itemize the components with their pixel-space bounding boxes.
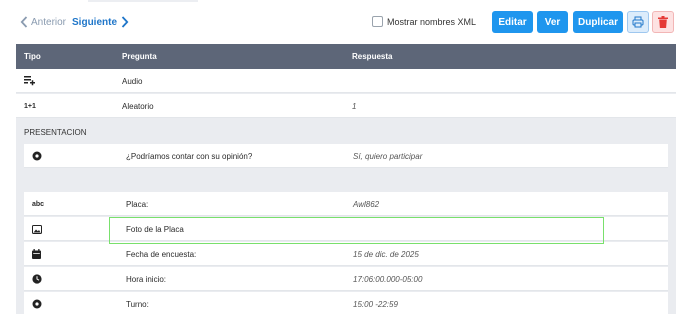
table-header: Tipo Pregunta Respuesta [16, 44, 676, 69]
answer-text: Awl862 [353, 199, 380, 209]
playlist-add-icon [24, 69, 36, 93]
previous-link[interactable]: Anterior [31, 17, 66, 28]
answer-text: 15 de dic. de 2025 [353, 249, 419, 259]
chevron-right-icon[interactable] [119, 15, 131, 29]
printer-icon [632, 16, 644, 28]
show-xml-names-checkbox[interactable] [372, 16, 383, 27]
table-row[interactable]: abc Placa: Awl862 [24, 192, 668, 216]
radio-icon [32, 292, 42, 314]
table-row[interactable]: 1+1 Aleatorio 1 [16, 94, 676, 118]
answer-text: Sí, quiero participar [353, 151, 423, 161]
calendar-icon [32, 242, 41, 266]
print-button[interactable] [627, 11, 649, 33]
table-row[interactable]: Turno: 15:00 -22:59 [24, 292, 668, 314]
view-button[interactable]: Ver [537, 11, 568, 33]
table-row[interactable]: Fecha de encuesta: 15 de dic. de 2025 [24, 242, 668, 266]
question-text: Hora inicio: [126, 274, 167, 284]
question-text: Turno: [126, 299, 149, 309]
edit-button[interactable]: Editar [492, 11, 533, 33]
question-text: Fecha de encuesta: [126, 249, 197, 259]
delete-button[interactable] [652, 11, 674, 33]
clock-icon [32, 267, 42, 291]
question-text: Audio [122, 76, 143, 86]
show-xml-names-label: Mostrar nombres XML [387, 16, 477, 27]
trash-icon [658, 16, 668, 28]
type-label: abc [32, 200, 45, 208]
top-divider [88, 0, 198, 2]
question-text: Placa: [126, 199, 149, 209]
chevron-left-icon[interactable] [18, 15, 30, 29]
column-header-pregunta: Pregunta [122, 52, 157, 61]
question-text: Aleatorio [122, 101, 154, 111]
radio-icon [32, 144, 42, 168]
show-xml-names-toggle[interactable]: Mostrar nombres XML [372, 16, 476, 27]
answers-table: Tipo Pregunta Respuesta Audio 1+1 Aleato… [16, 44, 676, 314]
answer-text: 17:06:00.000-05:00 [353, 274, 423, 284]
row-selection-highlight [109, 217, 604, 244]
section-title: PRESENTACION [24, 128, 87, 137]
type-label: 1+1 [24, 102, 36, 110]
duplicate-button[interactable]: Duplicar [573, 11, 623, 33]
question-navigation: Anterior Siguiente [18, 15, 131, 29]
table-row[interactable]: ¿Podríamos contar con su opinión? Sí, qu… [24, 144, 668, 168]
column-header-tipo: Tipo [24, 52, 41, 61]
column-header-respuesta: Respuesta [352, 52, 393, 61]
table-row[interactable]: Audio [16, 69, 676, 93]
image-icon [32, 217, 42, 241]
next-link[interactable]: Siguiente [72, 17, 117, 28]
table-row[interactable]: Hora inicio: 17:06:00.000-05:00 [24, 267, 668, 291]
question-text: ¿Podríamos contar con su opinión? [126, 151, 253, 161]
answer-text: 15:00 -22:59 [353, 299, 398, 309]
answer-text: 1 [352, 101, 357, 111]
